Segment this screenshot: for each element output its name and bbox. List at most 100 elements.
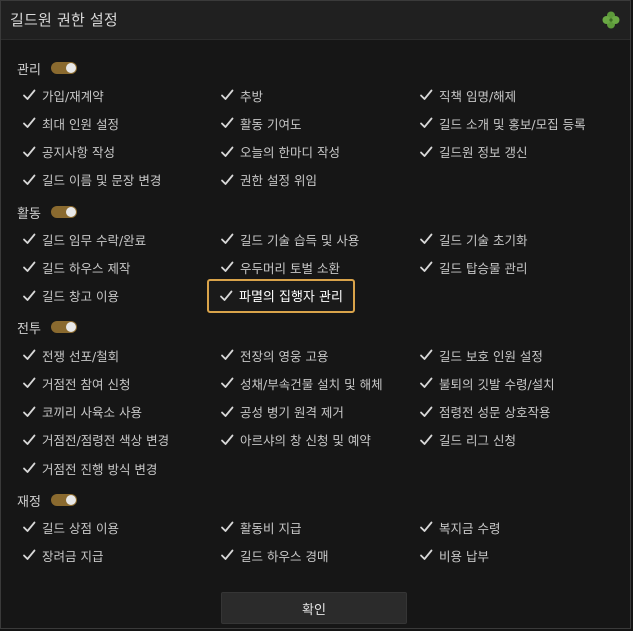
permission-label: 비용 납부 [439,548,489,564]
checkbox-check-icon[interactable] [220,260,234,274]
permission-item[interactable]: 길드 하우스 제작 [22,257,130,277]
checkbox-check-icon[interactable] [419,145,433,159]
permission-item[interactable]: 길드 탑승물 관리 [419,257,527,277]
permission-item[interactable]: 길드 기술 초기화 [419,229,527,249]
permission-item[interactable]: 아르샤의 창 신청 및 예약 [220,430,371,450]
section-header-combat: 전투 [17,318,77,337]
checkbox-check-icon[interactable] [220,116,234,130]
permission-item[interactable]: 길드 이름 및 문장 변경 [22,170,161,190]
checkbox-check-icon[interactable] [419,348,433,362]
checkbox-check-icon[interactable] [220,173,234,187]
permission-item[interactable]: 추방 [220,85,263,105]
checkbox-check-icon[interactable] [419,405,433,419]
checkbox-check-icon[interactable] [22,88,36,102]
permission-label: 길드 기술 초기화 [439,232,528,248]
permission-item[interactable]: 전장의 영웅 고용 [220,345,328,365]
permission-label: 추방 [240,88,264,104]
checkbox-check-icon[interactable] [219,289,233,303]
permission-item[interactable]: 성채/부속건물 설치 및 해체 [220,373,383,393]
checkbox-check-icon[interactable] [419,520,433,534]
checkbox-check-icon[interactable] [419,116,433,130]
permission-item[interactable]: 거점전/점령전 색상 변경 [22,430,169,450]
permission-label: 거점전 진행 방식 변경 [42,461,158,477]
checkbox-check-icon[interactable] [419,376,433,390]
checkbox-check-icon[interactable] [22,433,36,447]
permission-item[interactable]: 장려금 지급 [22,545,103,565]
checkbox-check-icon[interactable] [22,348,36,362]
permission-item[interactable]: 길드 임무 수락/완료 [22,229,146,249]
checkbox-check-icon[interactable] [220,433,234,447]
permission-item[interactable]: 복지금 수령 [419,517,500,537]
checkbox-check-icon[interactable] [22,232,36,246]
checkbox-check-icon[interactable] [220,548,234,562]
permission-item[interactable]: 길드 상점 이용 [22,517,119,537]
checkbox-check-icon[interactable] [22,289,36,303]
permission-label: 길드 하우스 경매 [240,548,329,564]
section-header-activity: 활동 [17,203,77,222]
checkbox-check-icon[interactable] [22,260,36,274]
permission-item[interactable]: 거점전 진행 방식 변경 [22,458,157,478]
permission-item[interactable]: 길드원 정보 갱신 [419,142,527,162]
checkbox-check-icon[interactable] [419,260,433,274]
checkbox-check-icon[interactable] [419,88,433,102]
permission-label: 전장의 영웅 고용 [240,348,329,364]
checkbox-check-icon[interactable] [419,433,433,447]
checkbox-check-icon[interactable] [220,232,234,246]
permission-label: 불퇴의 깃발 수령/설치 [439,376,555,392]
permission-item[interactable]: 활동 기여도 [220,113,301,133]
permission-label: 길드 기술 습득 및 사용 [240,232,360,248]
section-title: 전투 [17,321,41,337]
checkbox-check-icon[interactable] [22,376,36,390]
permission-label: 거점전 참여 신청 [42,376,131,392]
checkbox-check-icon[interactable] [220,348,234,362]
permission-item[interactable]: 길드 기술 습득 및 사용 [220,229,359,249]
checkbox-check-icon[interactable] [22,548,36,562]
permission-item[interactable]: 거점전 참여 신청 [22,373,130,393]
permission-item[interactable]: 권한 설정 위임 [220,170,317,190]
section-toggle[interactable] [50,62,77,74]
permission-label: 우두머리 토벌 소환 [240,260,340,276]
permission-item[interactable]: 직책 임명/해제 [419,85,516,105]
section-toggle[interactable] [50,206,77,218]
section-toggle[interactable] [50,494,77,506]
checkbox-check-icon[interactable] [220,520,234,534]
section-toggle[interactable] [50,321,77,333]
checkbox-check-icon[interactable] [22,405,36,419]
permission-item[interactable]: 불퇴의 깃발 수령/설치 [419,373,555,393]
permission-item[interactable]: 활동비 지급 [220,517,301,537]
checkbox-check-icon[interactable] [419,232,433,246]
permission-item[interactable]: 코끼리 사육소 사용 [22,402,142,422]
checkbox-check-icon[interactable] [220,405,234,419]
permission-label: 전쟁 선포/철회 [42,348,120,364]
permission-item[interactable]: 길드 창고 이용 [22,286,119,306]
checkbox-check-icon[interactable] [220,88,234,102]
permission-label: 길드 상점 이용 [42,520,119,536]
permission-item[interactable]: 길드 하우스 경매 [220,545,328,565]
permission-item[interactable]: 전쟁 선포/철회 [22,345,119,365]
permission-item[interactable]: 최대 인원 설정 [22,113,119,133]
permission-item[interactable]: 공성 병기 원격 제거 [220,402,344,422]
permission-item[interactable]: 가입/재계약 [22,85,104,105]
permission-label: 길드 보호 인원 설정 [439,348,543,364]
permission-item[interactable]: 길드 소개 및 홍보/모집 등록 [419,113,586,133]
checkbox-check-icon[interactable] [220,376,234,390]
permission-item[interactable]: 길드 보호 인원 설정 [419,345,543,365]
permission-item[interactable]: 파멸의 집행자 관리 [207,278,355,313]
checkbox-check-icon[interactable] [220,145,234,159]
permission-item[interactable]: 오늘의 한마디 작성 [220,142,340,162]
checkbox-check-icon[interactable] [22,173,36,187]
permission-item[interactable]: 점령전 성문 상호작용 [419,402,550,422]
checkbox-check-icon[interactable] [22,461,36,475]
checkbox-check-icon[interactable] [22,145,36,159]
permission-item[interactable]: 공지사항 작성 [22,142,115,162]
permission-label: 장려금 지급 [42,548,104,564]
permission-item[interactable]: 우두머리 토벌 소환 [220,257,340,277]
checkbox-check-icon[interactable] [22,116,36,130]
confirm-button[interactable]: 확인 [221,592,407,624]
permission-item[interactable]: 비용 납부 [419,545,489,565]
checkbox-check-icon[interactable] [419,548,433,562]
permission-label: 길드 이름 및 문장 변경 [42,173,162,189]
permission-label: 길드 탑승물 관리 [439,260,528,276]
permission-item[interactable]: 길드 리그 신청 [419,430,516,450]
checkbox-check-icon[interactable] [22,520,36,534]
